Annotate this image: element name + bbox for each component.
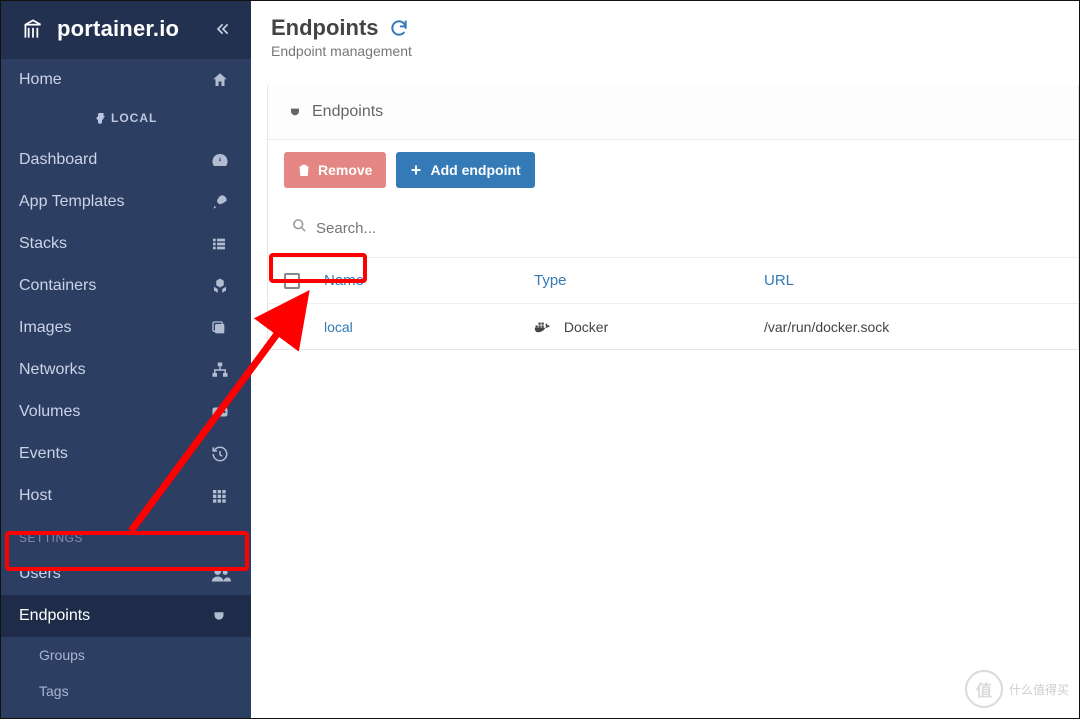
sidebar-section-settings: SETTINGS	[1, 517, 251, 553]
sidebar-item-containers[interactable]: Containers	[1, 265, 251, 307]
watermark-text: 什么值得买	[1009, 681, 1069, 698]
sidebar-toggle-icon[interactable]	[213, 19, 233, 39]
search-row	[268, 200, 1078, 257]
search-icon	[292, 218, 307, 233]
sidebar-item-stacks[interactable]: Stacks	[1, 223, 251, 265]
docker-icon	[534, 320, 552, 334]
sidebar-item-label: Networks	[19, 361, 86, 379]
main-content: Endpoints Endpoint management Endpoints	[251, 1, 1079, 718]
sidebar-item-label: Volumes	[19, 403, 80, 421]
sidebar-item-label: App Templates	[19, 193, 125, 211]
table-header-row: Name Type URL	[268, 257, 1078, 303]
table-row: local Docker /var/run/docker.sock	[268, 303, 1078, 349]
users-icon	[211, 566, 233, 582]
sidebar-environment-label: LOCAL	[1, 101, 251, 139]
sidebar-item-networks[interactable]: Networks	[1, 349, 251, 391]
refresh-icon[interactable]	[389, 18, 409, 38]
watermark: 值 什么值得买	[965, 670, 1069, 708]
sidebar-item-label: Endpoints	[19, 607, 90, 625]
sidebar-item-label: Stacks	[19, 235, 67, 253]
sidebar-item-dashboard[interactable]: Dashboard	[1, 139, 251, 181]
select-all-checkbox[interactable]	[284, 273, 300, 289]
sidebar-item-label: Home	[19, 71, 62, 89]
page-header: Endpoints Endpoint management	[251, 1, 1079, 67]
sidebar-item-volumes[interactable]: Volumes	[1, 391, 251, 433]
sidebar-subitem-groups[interactable]: Groups	[1, 637, 251, 673]
sidebar-item-label: Containers	[19, 277, 96, 295]
gauge-icon	[211, 151, 233, 169]
sidebar-item-label: Dashboard	[19, 151, 97, 169]
sidebar-item-registries[interactable]: Registries	[1, 709, 251, 719]
column-header-type[interactable]: Type	[534, 272, 764, 289]
sidebar-item-label: Users	[19, 565, 61, 583]
remove-button-label: Remove	[318, 162, 372, 178]
plug-icon	[211, 607, 233, 625]
plus-icon	[410, 164, 422, 176]
panel-header: Endpoints	[268, 85, 1078, 140]
sidebar-item-users[interactable]: Users	[1, 553, 251, 595]
column-header-name[interactable]: Name	[324, 272, 534, 289]
sidebar: portainer.io Home LOCAL Dashboard App Te…	[1, 1, 251, 718]
endpoint-url: /var/run/docker.sock	[764, 319, 1062, 335]
sidebar-item-app-templates[interactable]: App Templates	[1, 181, 251, 223]
endpoint-name-link[interactable]: local	[324, 319, 353, 335]
watermark-badge: 值	[965, 670, 1003, 708]
sidebar-item-label: Images	[19, 319, 71, 337]
search-input[interactable]	[284, 210, 1062, 247]
brand-row: portainer.io	[1, 1, 251, 59]
sidebar-item-endpoints[interactable]: Endpoints	[1, 595, 251, 637]
endpoints-table: Name Type URL local Docker /var/run/dock…	[268, 257, 1078, 349]
row-checkbox[interactable]	[284, 319, 300, 335]
trash-icon	[298, 163, 310, 177]
clone-icon	[211, 320, 233, 336]
rocket-icon	[211, 193, 233, 211]
panel-title: Endpoints	[312, 103, 383, 121]
hdd-icon	[211, 405, 233, 419]
sidebar-item-label: Events	[19, 445, 68, 463]
sidebar-item-home[interactable]: Home	[1, 59, 251, 101]
sidebar-item-host[interactable]: Host	[1, 475, 251, 517]
sidebar-item-images[interactable]: Images	[1, 307, 251, 349]
sitemap-icon	[211, 361, 233, 379]
sidebar-item-events[interactable]: Events	[1, 433, 251, 475]
add-endpoint-button[interactable]: Add endpoint	[396, 152, 534, 188]
sidebar-item-label: Host	[19, 487, 52, 505]
portainer-logo-icon	[19, 15, 47, 43]
page-subtitle: Endpoint management	[271, 43, 1059, 59]
cubes-icon	[211, 277, 233, 295]
endpoints-panel: Endpoints Remove Add endpoint	[267, 85, 1079, 350]
plug-icon	[288, 104, 302, 120]
column-header-url[interactable]: URL	[764, 272, 1062, 289]
page-title: Endpoints	[271, 15, 379, 41]
sidebar-subitem-tags[interactable]: Tags	[1, 673, 251, 709]
remove-button[interactable]: Remove	[284, 152, 386, 188]
list-icon	[211, 236, 233, 252]
endpoint-type: Docker	[564, 319, 608, 335]
add-endpoint-label: Add endpoint	[430, 162, 520, 178]
panel-toolbar: Remove Add endpoint	[268, 140, 1078, 200]
home-icon	[211, 71, 233, 89]
history-icon	[211, 445, 233, 463]
th-icon	[211, 488, 233, 504]
brand-text: portainer.io	[57, 16, 179, 42]
